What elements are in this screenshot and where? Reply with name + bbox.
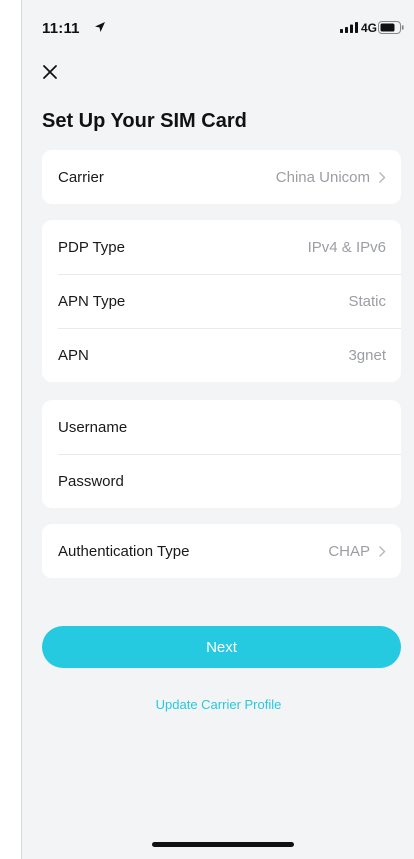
- apn-label: APN: [58, 346, 89, 364]
- signal-icon: [340, 22, 358, 33]
- home-indicator: [152, 842, 294, 847]
- username-label: Username: [58, 418, 128, 436]
- chevron-right-icon: [379, 171, 386, 183]
- carrier-row[interactable]: Carrier China Unicom: [42, 150, 401, 204]
- carrier-value: China Unicom: [275, 168, 370, 186]
- username-field[interactable]: Username: [42, 400, 401, 454]
- apn-type-value: Static: [348, 292, 386, 310]
- location-arrow-icon: [95, 22, 105, 32]
- authentication-type-value: CHAP: [328, 542, 370, 560]
- apn-type-row[interactable]: APN Type Static: [42, 274, 401, 328]
- credentials-card: Username Password: [42, 400, 401, 508]
- authentication-type-label: Authentication Type: [58, 542, 190, 560]
- battery-icon: [378, 21, 404, 34]
- status-bar: 11:11 4G: [22, 0, 414, 56]
- phone-screen: 11:11 4G Set Up Your SIM Card Carrier Ch…: [21, 0, 414, 859]
- network-type: 4G: [361, 21, 378, 35]
- next-button[interactable]: Next: [42, 626, 401, 668]
- page-title: Set Up Your SIM Card: [42, 110, 247, 132]
- pdp-type-value: IPv4 & IPv6: [307, 238, 386, 256]
- password-label: Password: [58, 472, 124, 490]
- apn-settings-card: PDP Type IPv4 & IPv6 APN Type Static APN…: [42, 220, 401, 382]
- password-field[interactable]: Password: [42, 454, 401, 508]
- apn-type-label: APN Type: [58, 292, 126, 310]
- apn-row[interactable]: APN 3gnet: [42, 328, 401, 382]
- close-button[interactable]: [36, 58, 64, 86]
- pdp-type-label: PDP Type: [58, 238, 125, 256]
- authentication-type-row[interactable]: Authentication Type CHAP: [42, 524, 401, 578]
- carrier-card: Carrier China Unicom: [42, 150, 401, 204]
- authentication-card: Authentication Type CHAP: [42, 524, 401, 578]
- pdp-type-row[interactable]: PDP Type IPv4 & IPv6: [42, 220, 401, 274]
- update-carrier-profile-link[interactable]: Update Carrier Profile: [22, 697, 414, 712]
- apn-value: 3gnet: [348, 346, 386, 364]
- carrier-label: Carrier: [58, 168, 104, 186]
- chevron-right-icon: [379, 545, 386, 557]
- status-time: 11:11: [42, 20, 80, 37]
- close-icon: [43, 65, 57, 79]
